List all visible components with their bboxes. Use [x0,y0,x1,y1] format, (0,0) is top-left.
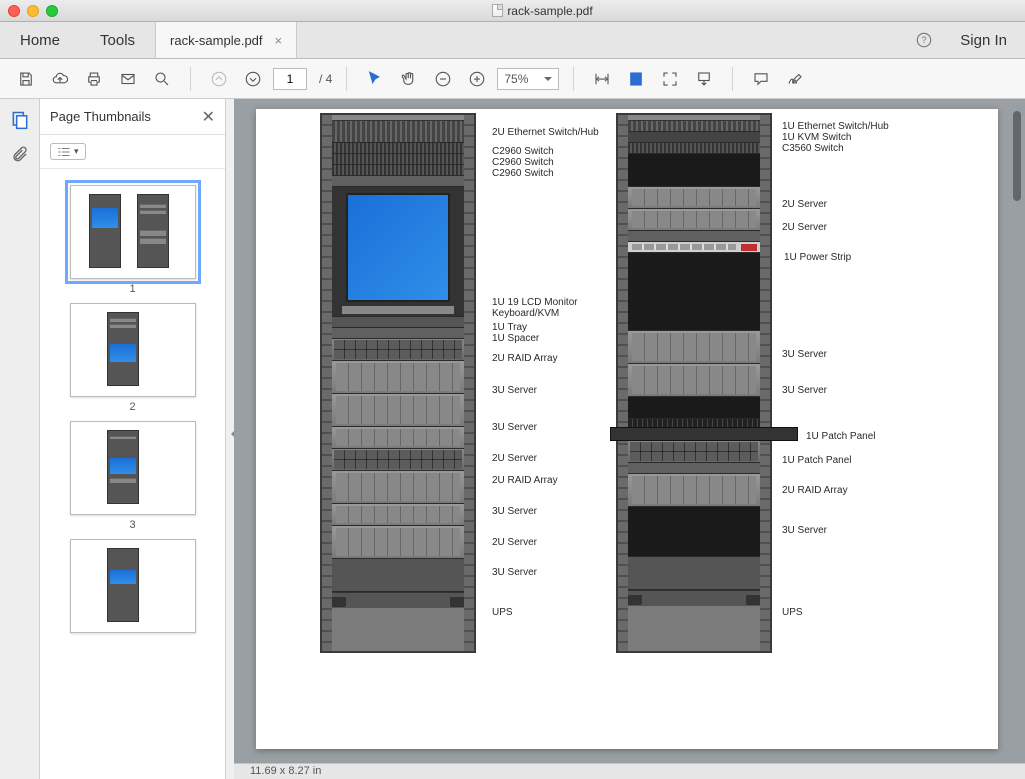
page-thumbnail-1[interactable]: 1 [70,185,196,295]
close-window-button[interactable] [8,5,20,17]
tools-tab[interactable]: Tools [80,22,155,58]
label: 2U Server [782,199,827,210]
main-toolbar: / 4 75% [0,59,1025,99]
wide-patch-panel [610,427,798,441]
save-icon[interactable] [12,65,40,93]
thumbnails-panel-icon[interactable] [9,109,31,131]
label: 1U KVM Switch [782,132,851,143]
help-button[interactable]: ? [912,22,936,58]
label: 1U Patch Panel [782,455,852,466]
document-tab[interactable]: rack-sample.pdf × [155,22,297,58]
label: 1U 19 LCD Monitor Keyboard/KVM [492,297,578,319]
label: 2U RAID Array [492,353,558,364]
document-tab-label: rack-sample.pdf [170,33,262,48]
label: 3U Server [492,567,537,578]
thumbnail-options-button[interactable]: ▾ [50,143,86,160]
thumbnails-panel: Page Thumbnails ✕ ▾ 1 [40,99,226,779]
label: 3U Server [492,385,537,396]
document-viewport[interactable]: 2U Ethernet Switch/Hub C2960 Switch C296… [234,99,1025,779]
fit-width-icon[interactable] [588,65,616,93]
close-panel-icon[interactable]: ✕ [202,107,215,127]
sign-in-button[interactable]: Sign In [942,22,1025,58]
label: UPS [782,607,803,618]
thumbnails-scroll[interactable]: 1 2 3 [40,169,225,779]
fit-page-icon[interactable] [622,65,650,93]
horizontal-scrollbar[interactable] [234,763,1025,779]
minimize-window-button[interactable] [27,5,39,17]
label: 1U Ethernet Switch/Hub [782,121,889,132]
label: 2U Ethernet Switch/Hub [492,127,599,138]
sign-icon[interactable] [781,65,809,93]
page-number-input[interactable] [273,68,307,90]
read-mode-icon[interactable] [690,65,718,93]
fullscreen-icon[interactable] [656,65,684,93]
thumbnails-title: Page Thumbnails [50,109,151,124]
page-down-icon[interactable] [239,65,267,93]
label: 3U Server [782,525,827,536]
left-nav-strip [0,99,40,779]
label: 2U RAID Array [782,485,848,496]
label: UPS [492,607,513,618]
window-title: rack-sample.pdf [507,4,592,18]
app-tabbar: Home Tools rack-sample.pdf × ? Sign In [0,22,1025,59]
label: 2U RAID Array [492,475,558,486]
close-tab-icon[interactable]: × [275,33,283,48]
label: 3U Server [492,506,537,517]
pdf-page: 2U Ethernet Switch/Hub C2960 Switch C296… [256,109,998,749]
label: 2U Server [782,222,827,233]
rack-left [320,113,476,653]
cloud-upload-icon[interactable] [46,65,74,93]
label: 1U Tray [492,322,527,333]
selection-tool-icon[interactable] [361,65,389,93]
home-tab[interactable]: Home [0,22,80,58]
label: 1U Power Strip [784,252,851,263]
label: 3U Server [782,385,827,396]
rack-right [616,113,772,653]
label: 3U Server [492,422,537,433]
page-dimensions-label: 11.69 x 8.27 in [250,763,321,779]
label: 3U Server [782,349,827,360]
panel-collapse-handle[interactable] [226,99,234,779]
label: 2U Server [492,453,537,464]
zoom-in-icon[interactable] [463,65,491,93]
hand-tool-icon[interactable] [395,65,423,93]
label: 1U Spacer [492,333,539,344]
label: C2960 Switch [492,168,554,179]
label: C2960 Switch [492,146,554,157]
attachments-panel-icon[interactable] [9,143,31,165]
zoom-out-icon[interactable] [429,65,457,93]
page-thumbnail-3[interactable]: 3 [70,421,196,531]
page-up-icon[interactable] [205,65,233,93]
zoom-select[interactable]: 75% [497,68,559,90]
label: C3560 Switch [782,143,844,154]
pdf-file-icon [492,4,503,17]
search-icon[interactable] [148,65,176,93]
label: 1U Patch Panel [806,431,876,442]
email-icon[interactable] [114,65,142,93]
comment-icon[interactable] [747,65,775,93]
print-icon[interactable] [80,65,108,93]
page-thumbnail-2[interactable]: 2 [70,303,196,413]
label: C2960 Switch [492,157,554,168]
svg-text:?: ? [922,35,927,45]
page-total-label: / 4 [319,72,332,86]
page-thumbnail-4[interactable] [70,539,196,633]
label: 2U Server [492,537,537,548]
vertical-scrollbar[interactable] [1011,99,1023,779]
zoom-window-button[interactable] [46,5,58,17]
window-titlebar: rack-sample.pdf [0,0,1025,22]
